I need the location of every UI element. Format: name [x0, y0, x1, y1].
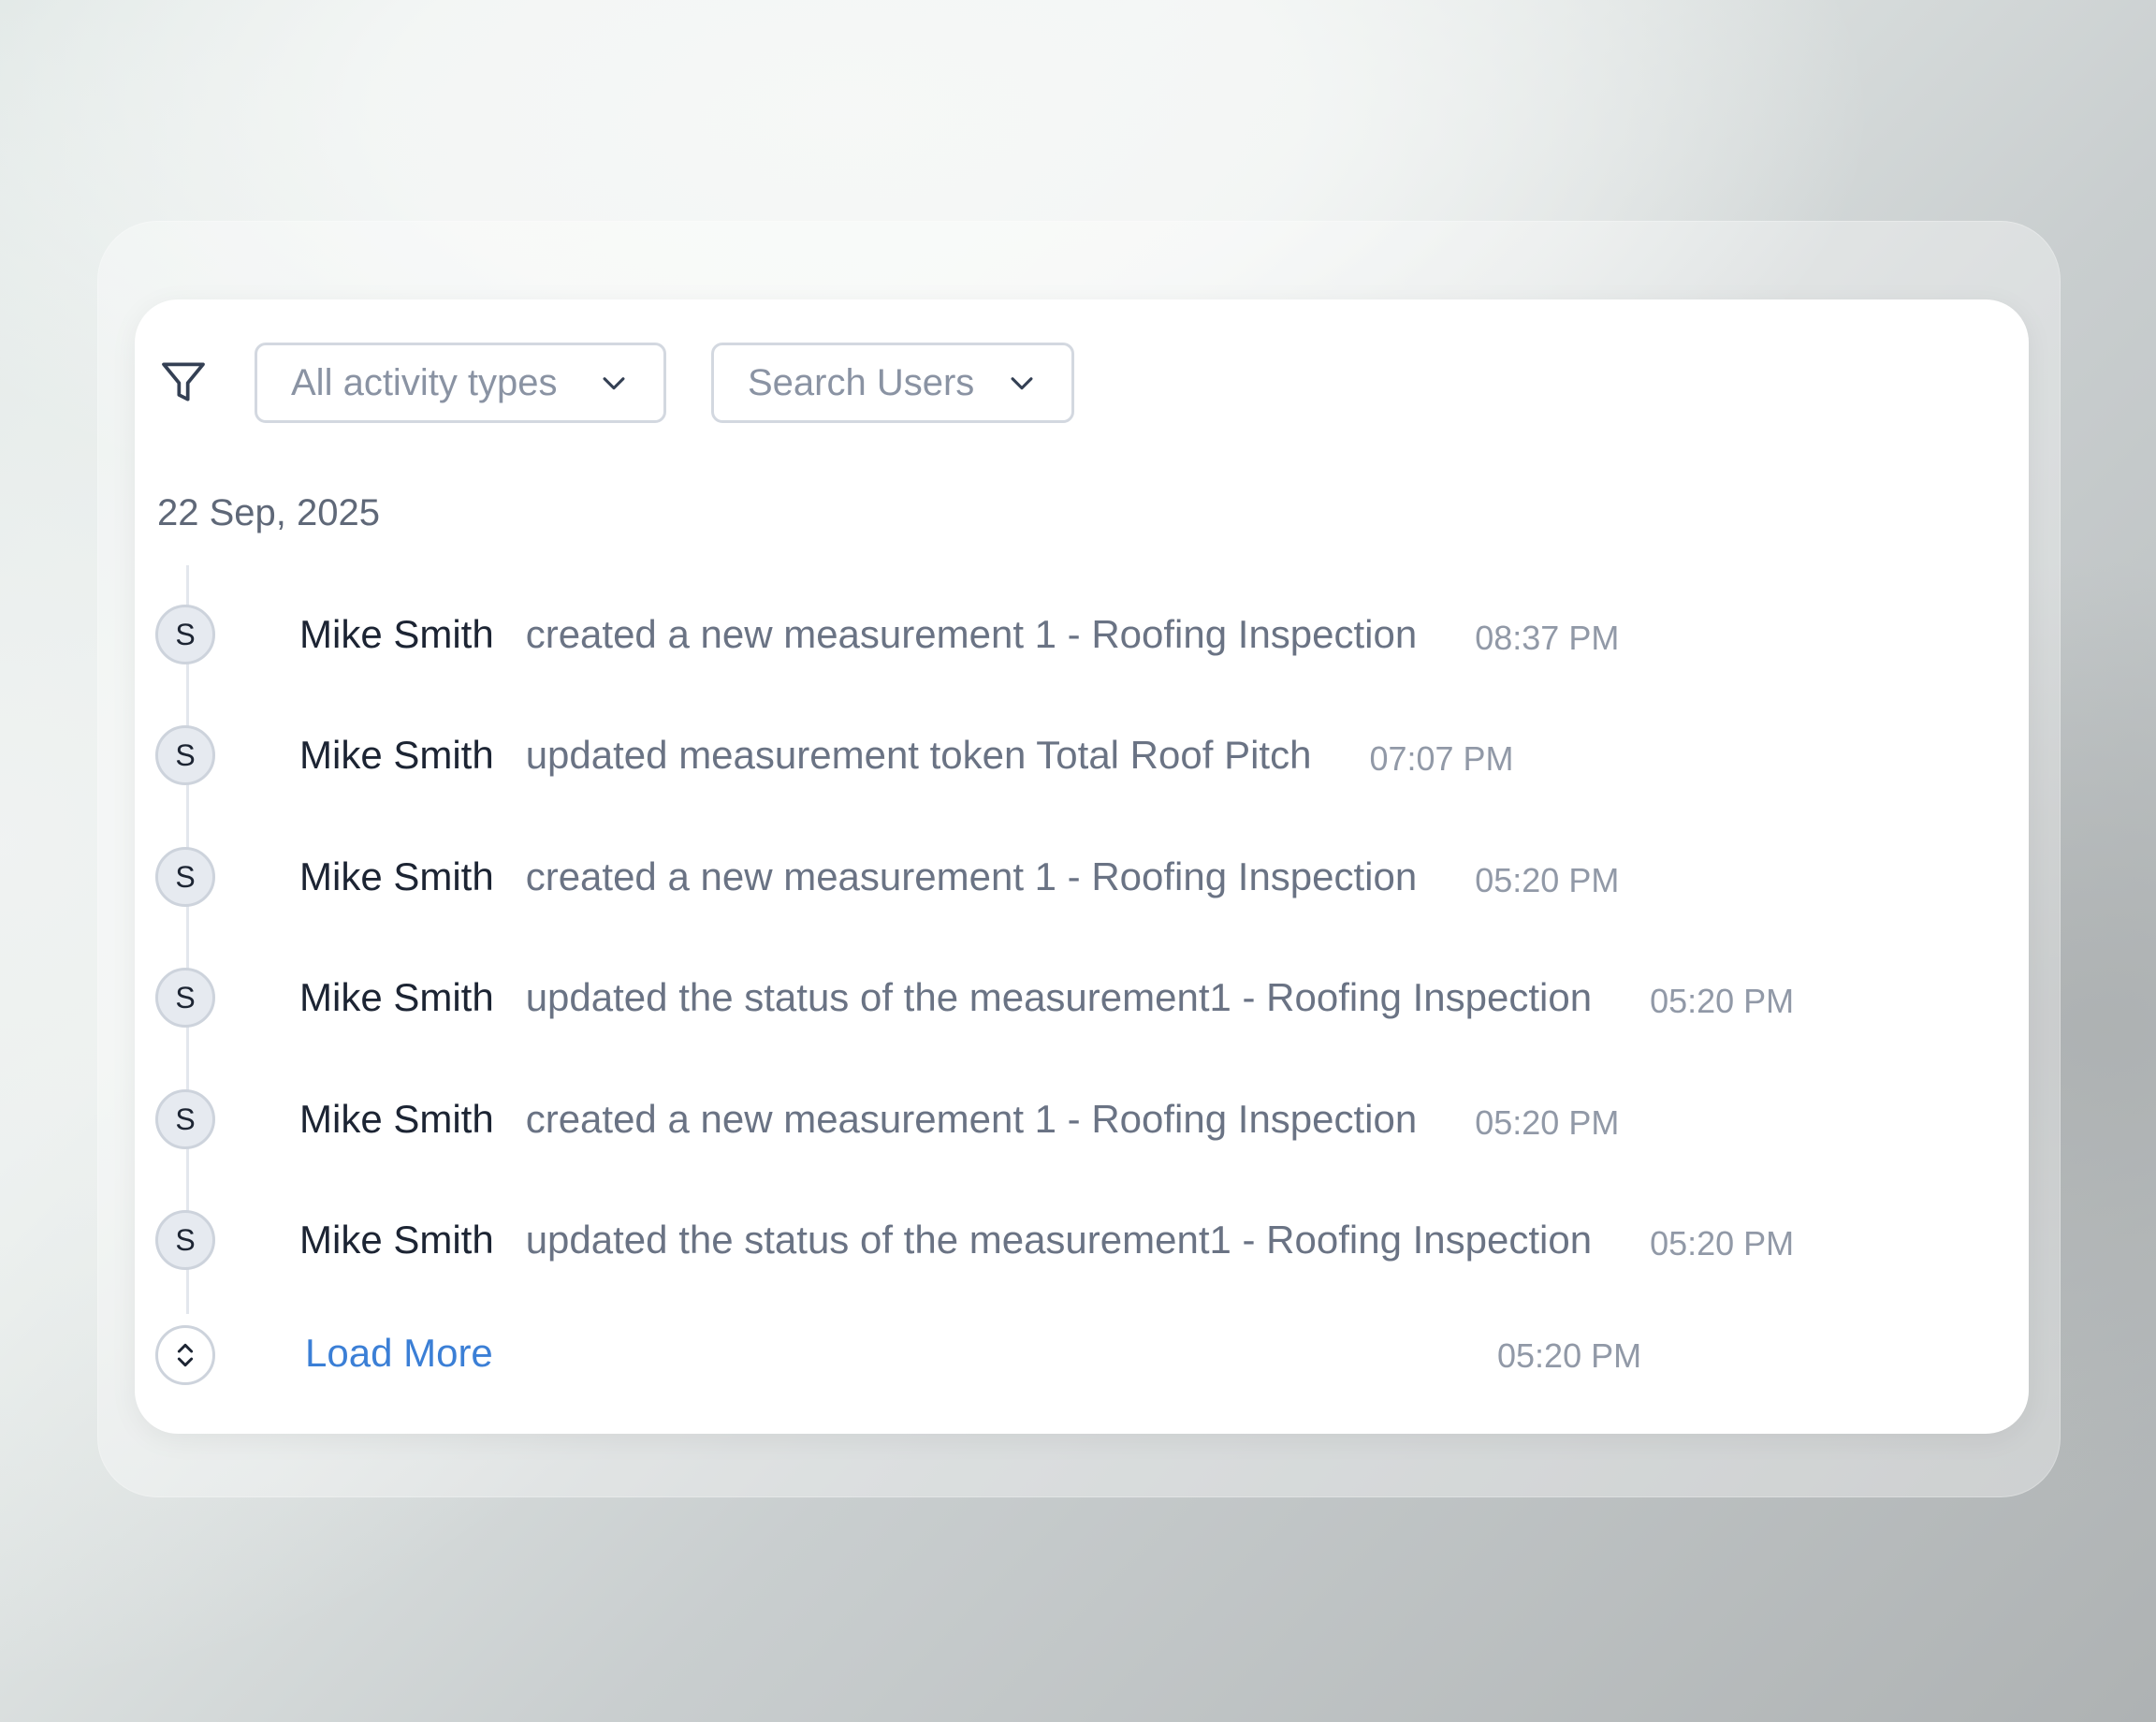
activity-description: created a new measurement 1 - Roofing In…: [525, 1097, 1418, 1141]
activity-type-dropdown[interactable]: All activity types: [255, 343, 666, 423]
avatar: S: [155, 1089, 215, 1149]
avatar: S: [155, 968, 215, 1028]
chevron-down-icon: [603, 377, 625, 390]
expand-vertical-icon[interactable]: [155, 1325, 215, 1385]
avatar: S: [155, 725, 215, 785]
activity-user-name: Mike Smith: [299, 975, 494, 1019]
search-users-dropdown[interactable]: Search Users: [711, 343, 1074, 423]
activity-timestamp: 05:20 PM: [1650, 982, 1795, 1020]
activity-timestamp: 07:07 PM: [1369, 739, 1514, 778]
activity-item: S Mike Smith updated measurement token T…: [135, 716, 2029, 800]
load-more-timestamp: 05:20 PM: [1497, 1336, 1642, 1375]
date-group-heading: 22 Sep, 2025: [157, 492, 380, 533]
filter-icon[interactable]: [157, 356, 210, 408]
avatar: S: [155, 847, 215, 907]
activity-timestamp: 05:20 PM: [1650, 1224, 1795, 1262]
activity-timestamp: 08:37 PM: [1475, 619, 1620, 657]
activity-description: updated the status of the measurement1 -…: [525, 1218, 1593, 1262]
activity-user-name: Mike Smith: [299, 1218, 494, 1262]
load-more-link[interactable]: Load More: [305, 1331, 493, 1376]
activity-type-selected: All activity types: [291, 361, 558, 403]
activity-item: S Mike Smith created a new measurement 1…: [135, 1080, 2029, 1164]
avatar: S: [155, 605, 215, 664]
activity-item: S Mike Smith updated the status of the m…: [135, 958, 2029, 1043]
activity-item: S Mike Smith updated the status of the m…: [135, 1201, 2029, 1285]
activity-description: created a new measurement 1 - Roofing In…: [525, 854, 1418, 898]
activity-timestamp: 05:20 PM: [1475, 861, 1620, 899]
activity-description: created a new measurement 1 - Roofing In…: [525, 612, 1418, 656]
load-more-row: Load More 05:20 PM: [135, 1321, 2029, 1406]
activity-item: S Mike Smith created a new measurement 1…: [135, 838, 2029, 922]
activity-user-name: Mike Smith: [299, 612, 494, 656]
avatar: S: [155, 1210, 215, 1270]
activity-user-name: Mike Smith: [299, 854, 494, 898]
activity-user-name: Mike Smith: [299, 733, 494, 777]
activity-user-name: Mike Smith: [299, 1097, 494, 1141]
chevron-down-icon: [1011, 377, 1033, 390]
activity-description: updated the status of the measurement1 -…: [525, 975, 1593, 1019]
activity-description: updated measurement token Total Roof Pit…: [525, 733, 1312, 777]
search-users-placeholder: Search Users: [748, 361, 975, 403]
activity-item: S Mike Smith created a new measurement 1…: [135, 595, 2029, 679]
activity-timestamp: 05:20 PM: [1475, 1103, 1620, 1142]
activity-log-panel: All activity types Search Users 22 Sep, …: [135, 299, 2029, 1434]
